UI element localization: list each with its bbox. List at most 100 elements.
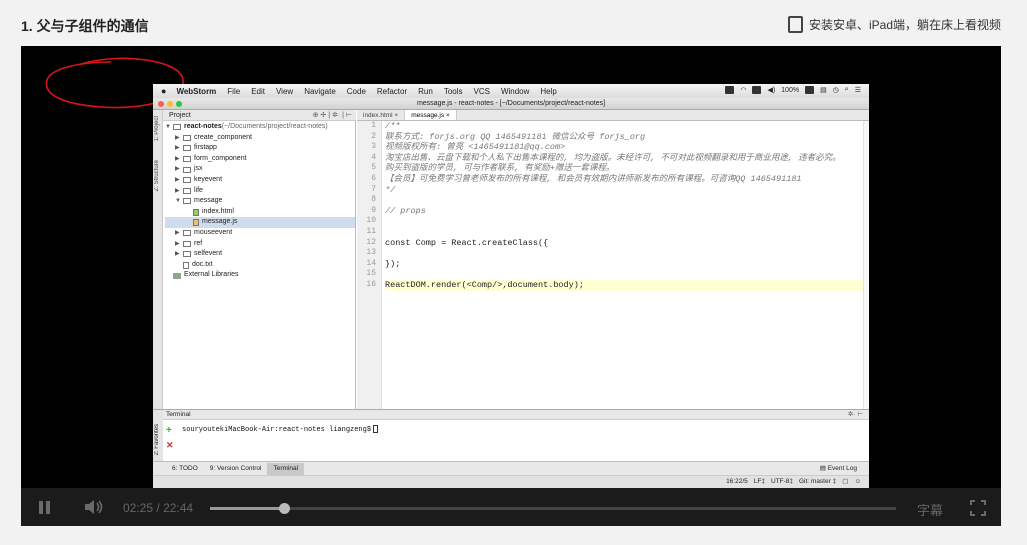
project-strip-tab[interactable]: 1: Project bbox=[154, 116, 160, 141]
subtitle-button[interactable]: 字幕 bbox=[917, 500, 943, 519]
install-app-link[interactable]: 安装安卓、iPad端，躺在床上看视频 bbox=[787, 16, 1001, 33]
project-header-label[interactable]: Project bbox=[169, 112, 191, 119]
volume-icon[interactable]: ◀) bbox=[767, 86, 775, 94]
seek-bar[interactable] bbox=[210, 503, 896, 514]
tree-item[interactable]: ▶ jsx bbox=[165, 164, 355, 175]
code-line[interactable]: /** bbox=[385, 121, 869, 132]
menu-app-name[interactable]: WebStorm bbox=[176, 87, 216, 96]
code-line[interactable] bbox=[385, 216, 869, 227]
battery-icon[interactable] bbox=[805, 86, 815, 94]
line-separator[interactable]: LF‡ bbox=[754, 476, 765, 488]
project-panel-tools[interactable]: ⊕ ✢ | ✲· | ⊢ bbox=[313, 110, 352, 121]
menu-window[interactable]: Window bbox=[501, 87, 529, 96]
search-icon[interactable]: ⌕ bbox=[845, 86, 849, 94]
code-line[interactable]: ReactDOM.render(<Comp/>,document.body); bbox=[385, 279, 869, 291]
menu-run[interactable]: Run bbox=[418, 87, 433, 96]
code-line[interactable]: 联系方式: forjs.org QQ 1465491181 微信公众号 forj… bbox=[385, 132, 869, 143]
close-window-icon[interactable] bbox=[158, 101, 164, 107]
display-icon[interactable] bbox=[752, 86, 762, 94]
code-line[interactable]: const Comp = React.createClass({ bbox=[385, 238, 869, 249]
tree-item[interactable]: ▶ form_component bbox=[165, 154, 355, 165]
editor-tab[interactable]: message.js × bbox=[405, 110, 457, 120]
tree-item[interactable]: External Libraries bbox=[165, 270, 355, 281]
collapsed-arrow-icon[interactable]: ▶ bbox=[175, 164, 183, 175]
collapsed-arrow-icon[interactable]: ▶ bbox=[175, 133, 183, 144]
expanded-arrow-icon[interactable]: ▼ bbox=[165, 122, 173, 133]
lock-icon[interactable]: ▢ bbox=[842, 476, 848, 488]
menu-vcs[interactable]: VCS bbox=[474, 87, 490, 96]
editor-tab[interactable]: index.html × bbox=[357, 110, 406, 120]
code-line[interactable]: 【会员】可免费学习曾老师发布的所有课程, 和会员有效期内讲师新发布的所有课程。可… bbox=[385, 174, 869, 185]
tree-item[interactable]: ▶ keyevent bbox=[165, 175, 355, 186]
code-line[interactable]: */ bbox=[385, 185, 869, 196]
list-icon[interactable]: ☰ bbox=[855, 86, 861, 94]
tool-tab[interactable]: Terminal bbox=[267, 462, 305, 475]
code-line[interactable]: 视频版权所有: 曾亮 <1465491181@qq.com> bbox=[385, 142, 869, 153]
menu-refactor[interactable]: Refactor bbox=[377, 87, 407, 96]
close-terminal-icon[interactable]: ✕ bbox=[166, 440, 174, 451]
git-branch[interactable]: Git: master ‡ bbox=[799, 476, 836, 488]
new-terminal-icon[interactable]: + bbox=[166, 425, 172, 436]
code-line[interactable] bbox=[385, 195, 869, 206]
cursor-position[interactable]: 16:22/5 bbox=[726, 476, 748, 488]
camera-icon[interactable] bbox=[725, 86, 735, 94]
code-line[interactable]: // props bbox=[385, 206, 869, 217]
battery-label[interactable]: 100% bbox=[781, 87, 799, 94]
code-line[interactable]: 淘宝店出售、云盘下载和个人私下出售本课程的, 均为盗版。未经许可, 不可对此视频… bbox=[385, 153, 869, 164]
menu-edit[interactable]: Edit bbox=[251, 87, 265, 96]
tree-item[interactable]: message.js bbox=[165, 217, 355, 228]
flag-icon[interactable]: ▤ bbox=[820, 86, 827, 94]
tree-item[interactable]: doc.txt bbox=[165, 260, 355, 271]
minimize-window-icon[interactable] bbox=[167, 101, 173, 107]
tree-item[interactable]: ▶ selfevent bbox=[165, 249, 355, 260]
editor-scrollbar[interactable] bbox=[863, 121, 869, 409]
collapsed-arrow-icon[interactable]: ▶ bbox=[175, 186, 183, 197]
collapsed-arrow-icon[interactable]: ▶ bbox=[175, 143, 183, 154]
wifi-icon[interactable]: ◠ bbox=[740, 86, 746, 94]
tool-tab[interactable]: 9: Version Control bbox=[204, 463, 268, 475]
code-line[interactable] bbox=[385, 248, 869, 259]
menu-file[interactable]: File bbox=[227, 87, 240, 96]
terminal-settings-icon[interactable]: ✲· ⊢ bbox=[848, 410, 863, 420]
tree-item[interactable]: ▶ firstapp bbox=[165, 143, 355, 154]
volume-button[interactable] bbox=[84, 499, 104, 515]
tree-item[interactable]: ▶ ref bbox=[165, 239, 355, 250]
menu-help[interactable]: Help bbox=[540, 87, 556, 96]
code-line[interactable]: 购买到盗版的学员, 可与作者联系, 有奖励+赠送一套课程。 bbox=[385, 163, 869, 174]
video-player[interactable]: ● WebStorm File Edit View Navigate Code … bbox=[21, 46, 1001, 526]
inspector-icon[interactable]: ☺ bbox=[854, 476, 861, 488]
menu-code[interactable]: Code bbox=[347, 87, 366, 96]
expanded-arrow-icon[interactable]: ▼ bbox=[175, 196, 183, 207]
fullscreen-icon[interactable] bbox=[970, 500, 986, 516]
file-encoding[interactable]: UTF-8‡ bbox=[771, 476, 793, 488]
collapsed-arrow-icon[interactable]: ▶ bbox=[175, 249, 183, 260]
favorites-strip-tab[interactable]: 2: Favorites bbox=[154, 424, 160, 455]
collapsed-arrow-icon[interactable]: ▶ bbox=[175, 175, 183, 186]
tree-item[interactable]: index.html bbox=[165, 207, 355, 218]
tree-item[interactable]: ▼ react-notes (~/Documents/project/react-… bbox=[165, 122, 355, 133]
code-editor[interactable]: /** 联系方式: forjs.org QQ 1465491181 微信公众号 … bbox=[385, 121, 869, 409]
collapsed-arrow-icon[interactable]: ▶ bbox=[175, 228, 183, 239]
code-line[interactable]: }); bbox=[385, 259, 869, 270]
clock-icon[interactable]: ◷ bbox=[833, 86, 839, 94]
code-line[interactable] bbox=[385, 269, 869, 280]
event-log-button[interactable]: ▤ Event Log bbox=[820, 464, 857, 472]
seek-handle[interactable] bbox=[279, 503, 291, 514]
menu-navigate[interactable]: Navigate bbox=[304, 87, 336, 96]
tool-tab[interactable]: 6: TODO bbox=[166, 463, 204, 475]
zoom-window-icon[interactable] bbox=[176, 101, 182, 107]
code-line[interactable] bbox=[385, 227, 869, 238]
collapsed-arrow-icon[interactable]: ▶ bbox=[175, 239, 183, 250]
menu-view[interactable]: View bbox=[276, 87, 293, 96]
apple-icon[interactable]: ● bbox=[161, 86, 166, 96]
terminal-prompt[interactable]: souryoutekiMacBook-Air:react-notes liang… bbox=[182, 425, 379, 434]
tree-item[interactable]: ▶ life bbox=[165, 186, 355, 197]
pause-button[interactable] bbox=[38, 501, 51, 514]
tree-item[interactable]: ▶ mouseevent bbox=[165, 228, 355, 239]
tree-item[interactable]: ▼ message bbox=[165, 196, 355, 207]
structure-strip-tab[interactable]: Z: Structure bbox=[154, 160, 160, 191]
status-bar-right: 16:22/5 LF‡ UTF-8‡ Git: master ‡ ▢ ☺ bbox=[726, 476, 861, 488]
tree-item[interactable]: ▶ create_component bbox=[165, 133, 355, 144]
collapsed-arrow-icon[interactable]: ▶ bbox=[175, 154, 183, 165]
menu-tools[interactable]: Tools bbox=[444, 87, 463, 96]
